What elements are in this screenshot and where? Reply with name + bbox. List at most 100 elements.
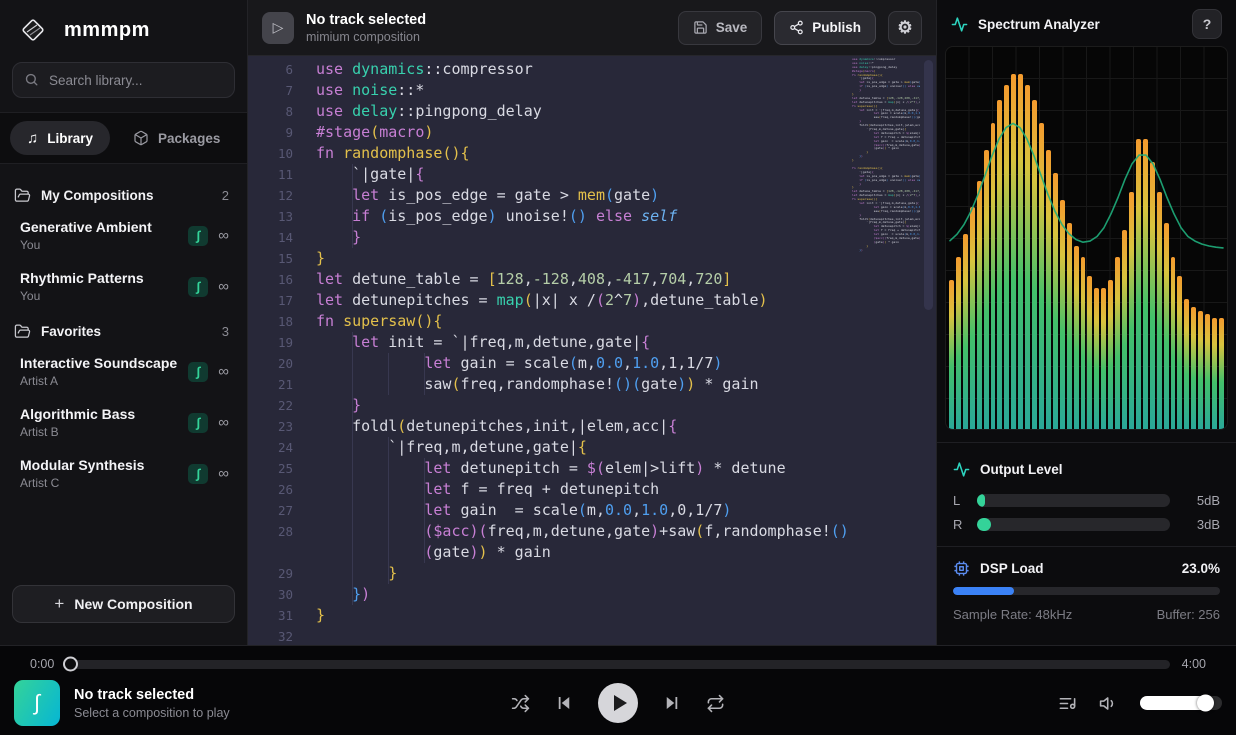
code-line[interactable]: 11`|gate|{ [248, 164, 936, 185]
spectrum-graph [945, 46, 1228, 430]
line-number: 17 [248, 290, 293, 311]
indent-guide [352, 458, 353, 479]
mimium-badge-icon: ∫ [188, 277, 208, 297]
logo-icon [14, 11, 52, 49]
volume-slider[interactable] [1140, 696, 1222, 710]
total-time: 4:00 [1182, 657, 1206, 671]
now-playing: ∫ No track selected Select a composition… [14, 680, 511, 726]
line-number: 8 [248, 101, 293, 122]
composition-list-item[interactable]: Interactive Soundscape Artist A ∫ ∞ [14, 346, 233, 397]
indent-guide [388, 437, 389, 458]
save-icon [693, 20, 708, 35]
code-line[interactable]: 24`|freq,m,detune,gate|{ [248, 437, 936, 458]
indent-guide [388, 458, 389, 479]
code-line[interactable]: 7use noise::* [248, 80, 936, 101]
code-line[interactable]: 30}) [248, 584, 936, 605]
code-line[interactable]: 15} [248, 248, 936, 269]
indent-guide [388, 374, 389, 395]
settings-button[interactable]: ⚙ [888, 11, 922, 45]
code-editor[interactable]: 6use dynamics::compressor7use noise::*8u… [248, 56, 936, 645]
code-line[interactable]: 20let gain = scale(m,0.0,1.0,1,1/7) [248, 353, 936, 374]
line-number: 11 [248, 164, 293, 185]
seek-bar[interactable] [66, 660, 1169, 669]
composition-list-item[interactable]: Generative Ambient You ∫ ∞ [14, 210, 233, 261]
channel-label: L [953, 493, 967, 508]
code-line[interactable]: 8use delay::pingpong_delay [248, 101, 936, 122]
editor-minimap[interactable]: use dynamics::compressoruse noise::*use … [852, 58, 920, 645]
dsp-section: DSP Load 23.0% Sample Rate: 48kHz Buffer… [937, 547, 1236, 645]
track-subtitle: mimium composition [306, 30, 666, 44]
code-line[interactable]: 14} [248, 227, 936, 248]
code-line[interactable]: 10fn randomphase(){ [248, 143, 936, 164]
seek-handle[interactable] [63, 657, 78, 672]
save-button[interactable]: Save [678, 11, 763, 45]
timeline: 0:00 4:00 [30, 655, 1206, 673]
indent-guide [352, 332, 353, 353]
app-root: mmmpm ♫ Library [0, 0, 1236, 735]
editor-scrollbar[interactable] [924, 60, 933, 310]
line-number: 21 [248, 374, 293, 395]
code-line[interactable]: 26let f = freq + detunepitch [248, 479, 936, 500]
dsp-load-title: DSP Load [980, 561, 1172, 576]
code-line[interactable]: 31} [248, 605, 936, 626]
shuffle-button[interactable] [511, 694, 530, 713]
section-title: Favorites [41, 324, 212, 339]
search-input[interactable] [12, 62, 235, 98]
library-section-header[interactable]: Favorites 3 [14, 316, 233, 346]
volume-handle[interactable] [1197, 695, 1214, 712]
composition-title: Interactive Soundscape [20, 355, 180, 371]
publish-button[interactable]: Publish [774, 11, 876, 45]
line-number: 14 [248, 227, 293, 248]
code-line[interactable]: 32 [248, 626, 936, 645]
library-section-header[interactable]: My Compositions 2 [14, 180, 233, 210]
code-line[interactable]: 22} [248, 395, 936, 416]
indent-guide [352, 500, 353, 521]
composition-list-item[interactable]: Rhythmic Patterns You ∫ ∞ [14, 261, 233, 312]
meter-track-left [977, 494, 1170, 507]
indent-guide [424, 542, 425, 563]
composition-artist: Artist B [20, 425, 180, 439]
code-line[interactable]: 29} [248, 563, 936, 584]
meter-value-right: 3dB [1180, 517, 1220, 532]
code-line[interactable]: 13if (is_pos_edge) unoise!() else self [248, 206, 936, 227]
queue-icon[interactable] [1058, 694, 1077, 713]
next-button[interactable] [663, 694, 681, 712]
code-line[interactable]: 27let gain = scale(m,0.0,1.0,0,1/7) [248, 500, 936, 521]
line-number: 31 [248, 605, 293, 626]
dsp-load-bar [953, 587, 1220, 595]
code-line[interactable]: 21saw(freq,randomphase!()(gate)) * gain [248, 374, 936, 395]
code-line[interactable]: 28($acc)(freq,m,detune,gate)+saw(f,rando… [248, 521, 936, 542]
composition-list-item[interactable]: Modular Synthesis Artist C ∫ ∞ [14, 448, 233, 499]
indent-guide [424, 521, 425, 542]
previous-button[interactable] [555, 694, 573, 712]
code-line[interactable]: (gate)) * gain [248, 542, 936, 563]
indent-guide [352, 353, 353, 374]
tab-library[interactable]: ♫ Library [10, 121, 110, 155]
output-level-title: Output Level [980, 462, 1220, 477]
code-line[interactable]: 23foldl(detunepitches,init,|elem,acc|{ [248, 416, 936, 437]
header-play-button[interactable]: ▷ [262, 12, 294, 44]
repeat-button[interactable] [706, 694, 725, 713]
code-line[interactable]: 12let is_pos_edge = gate > mem(gate) [248, 185, 936, 206]
code-line[interactable]: 18fn supersaw(){ [248, 311, 936, 332]
infinity-icon: ∞ [216, 465, 231, 482]
line-number: 6 [248, 59, 293, 80]
new-composition-button[interactable]: + New Composition [12, 585, 235, 623]
code-line[interactable]: 19let init = `|freq,m,detune,gate|{ [248, 332, 936, 353]
app-logo: mmmpm [0, 0, 247, 58]
code-line[interactable]: 6use dynamics::compressor [248, 59, 936, 80]
play-button[interactable] [598, 683, 638, 723]
search-icon [24, 72, 39, 87]
code-line[interactable]: 25let detunepitch = $(elem|>lift) * detu… [248, 458, 936, 479]
code-line[interactable]: 9#stage(macro) [248, 122, 936, 143]
composition-list-item[interactable]: Algorithmic Bass Artist B ∫ ∞ [14, 397, 233, 448]
volume-icon[interactable] [1099, 694, 1118, 713]
folder-icon [14, 323, 31, 340]
help-button[interactable]: ? [1192, 9, 1222, 39]
indent-guide [388, 542, 389, 563]
code-line[interactable]: 16let detune_table = [128,-128,408,-417,… [248, 269, 936, 290]
play-outline-icon: ▷ [273, 19, 284, 36]
code-line[interactable]: 17let detunepitches = map(|x| x /(2^7),d… [248, 290, 936, 311]
tab-packages[interactable]: Packages [116, 121, 237, 155]
music-note-icon: ♫ [27, 130, 38, 147]
